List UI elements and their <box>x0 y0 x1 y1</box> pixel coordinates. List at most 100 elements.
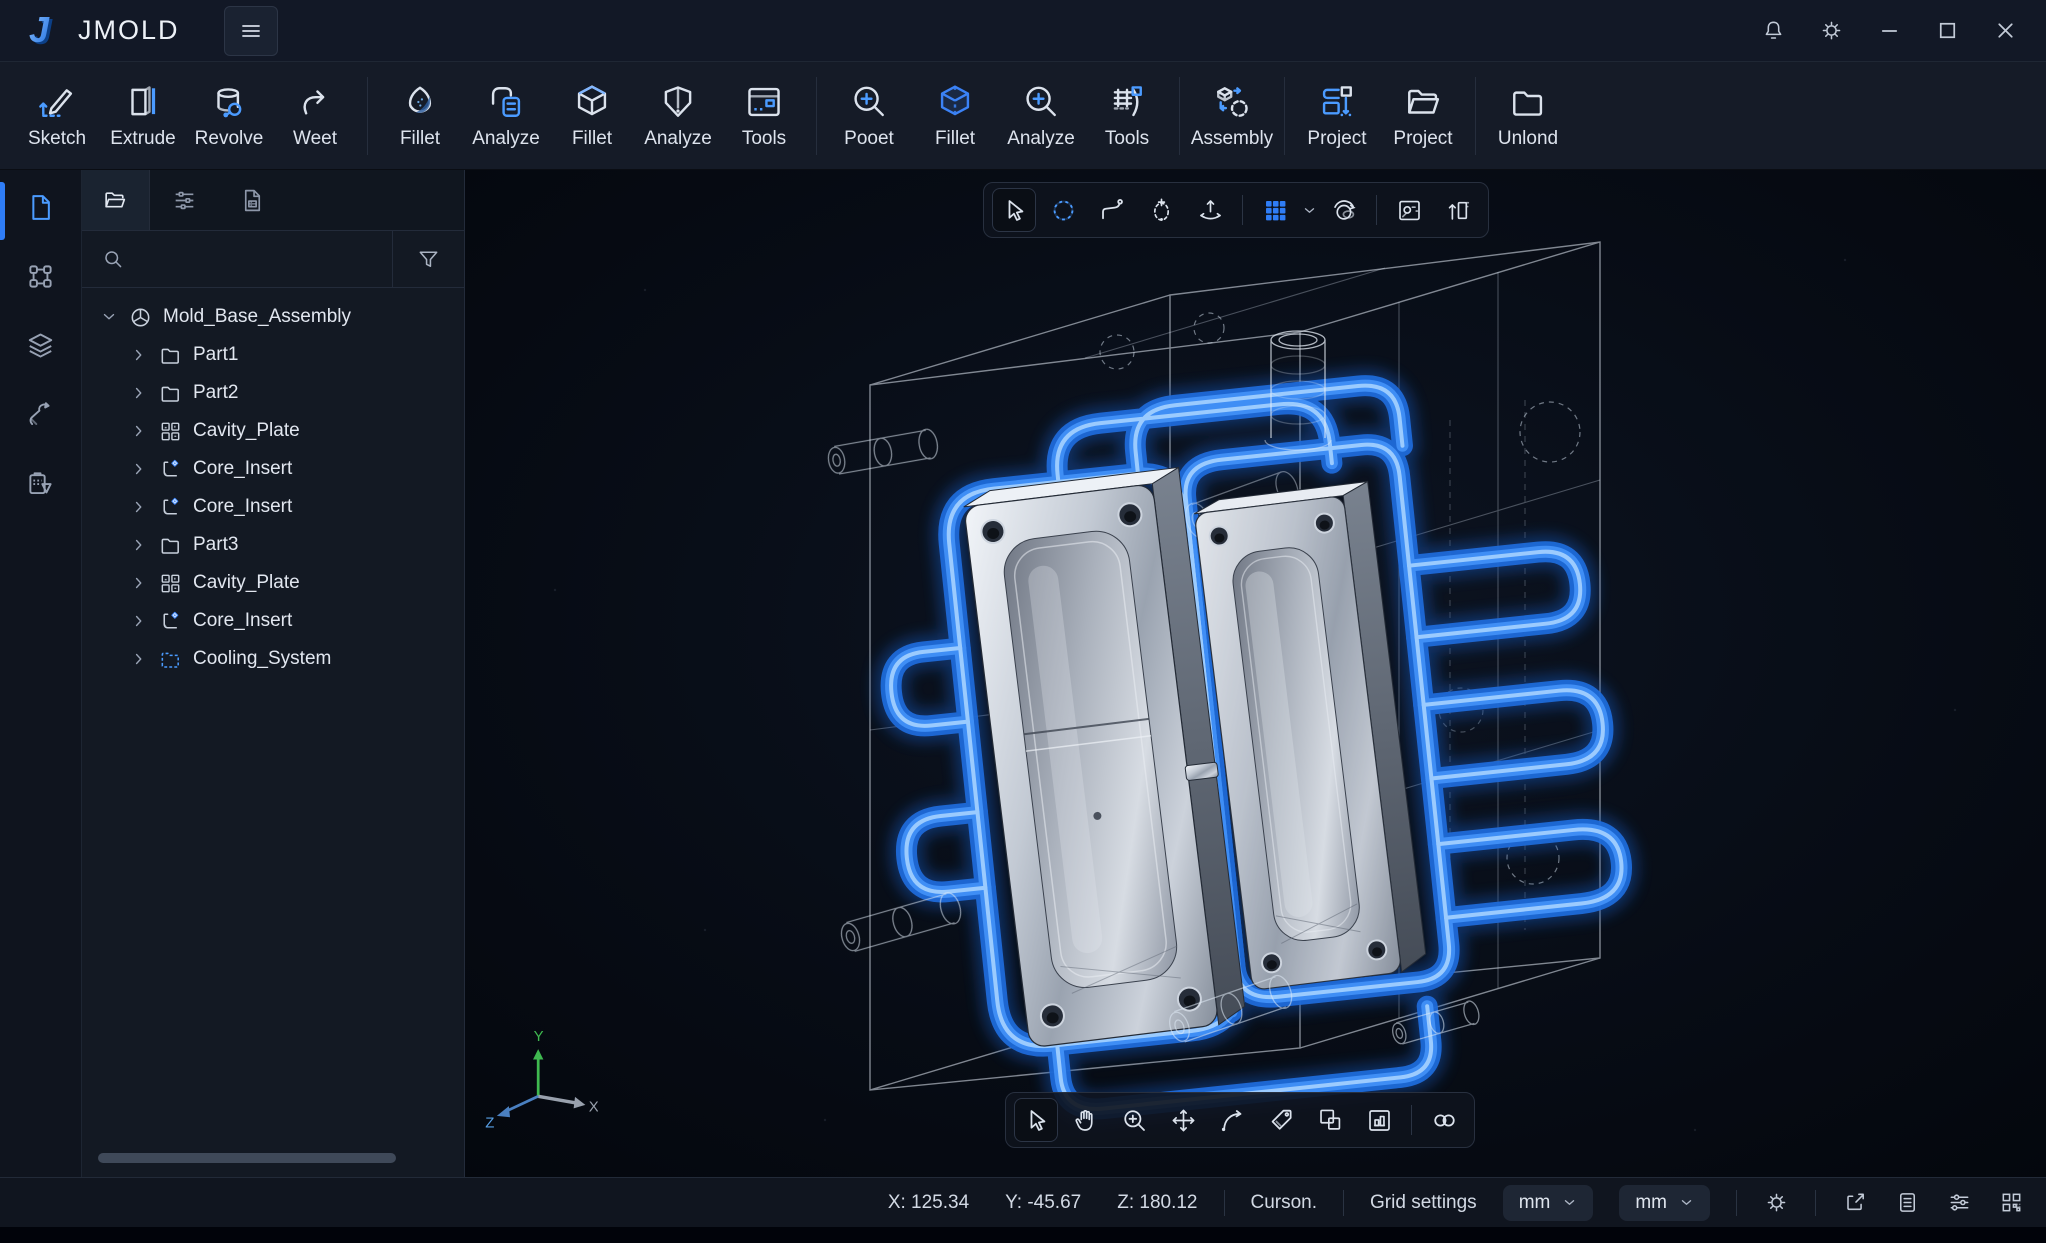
tree-item-mold-base-assembly[interactable]: Mold_Base_Assembly <box>82 298 464 336</box>
notifications-button[interactable] <box>1760 18 1786 44</box>
section-tool-button[interactable] <box>1436 188 1480 232</box>
ribbon-button-project-1[interactable]: Project <box>1294 67 1380 165</box>
3d-viewport-canvas[interactable] <box>465 170 2046 1177</box>
tree-item-part2[interactable]: Part2 <box>82 374 464 412</box>
unit-dropdown-primary[interactable]: mm <box>1503 1185 1594 1221</box>
rail-button-components[interactable] <box>15 253 67 299</box>
ribbon-button-analyze-1[interactable]: Analyze <box>463 67 549 165</box>
core-insert-icon <box>158 495 183 520</box>
select-tool-button[interactable] <box>1014 1098 1058 1142</box>
minimize-button[interactable] <box>1876 18 1902 44</box>
transform-tool-button[interactable] <box>1188 188 1232 232</box>
circle-select-icon <box>1049 196 1078 225</box>
tree-item-core-insert-2[interactable]: Core_Insert <box>82 488 464 526</box>
ribbon-button-project-2[interactable]: Project <box>1380 67 1466 165</box>
tree-item-part1[interactable]: Part1 <box>82 336 464 374</box>
document-log-button[interactable] <box>1894 1190 1920 1216</box>
chevron-down-icon[interactable] <box>100 308 118 326</box>
scaffold-tools-icon <box>1106 81 1148 123</box>
chevron-right-icon[interactable] <box>130 384 148 402</box>
chevron-right-icon[interactable] <box>130 422 148 440</box>
grid-settings-label[interactable]: Grid settings <box>1370 1192 1477 1214</box>
duplicate-icon <box>1316 1106 1345 1135</box>
ribbon-button-label: Sketch <box>28 128 86 150</box>
ribbon-button-unlond[interactable]: Unlond <box>1485 67 1571 165</box>
explorer-tab-properties[interactable] <box>150 170 218 230</box>
rail-button-tools[interactable] <box>15 391 67 437</box>
explorer-tab-report[interactable] <box>218 170 286 230</box>
ribbon-button-extrude[interactable]: Extrude <box>100 67 186 165</box>
display-options-button[interactable] <box>1946 1190 1972 1216</box>
ribbon-button-weet[interactable]: Weet <box>272 67 358 165</box>
chevron-right-icon[interactable] <box>130 574 148 592</box>
core-insert-icon <box>158 457 183 482</box>
gear-icon <box>1819 18 1844 43</box>
pan-tool-button[interactable] <box>1063 1098 1107 1142</box>
hamburger-menu-button[interactable] <box>224 6 278 56</box>
move-tool-button[interactable] <box>1161 1098 1205 1142</box>
chevron-right-icon[interactable] <box>130 460 148 478</box>
orbit-tool-button[interactable] <box>1322 188 1366 232</box>
tree-item-core-insert-3[interactable]: Core_Insert <box>82 602 464 640</box>
measure-pin-tool-button[interactable] <box>1139 188 1183 232</box>
toolbar-separator <box>1411 1105 1412 1135</box>
horizontal-scrollbar[interactable] <box>98 1153 396 1163</box>
ribbon-button-analyze-3[interactable]: Analyze <box>998 67 1084 165</box>
explorer-tab-files[interactable] <box>82 170 150 230</box>
select-tool-button[interactable] <box>992 188 1036 232</box>
coord-x: X: 125.34 <box>888 1192 969 1214</box>
search-box[interactable] <box>82 231 392 287</box>
unit-dropdown-secondary[interactable]: mm <box>1619 1185 1710 1221</box>
filter-button[interactable] <box>392 231 464 287</box>
ribbon-button-sketch[interactable]: Sketch <box>14 67 100 165</box>
ribbon-button-tools-1[interactable]: Tools <box>721 67 807 165</box>
tree-item-cavity-plate-1[interactable]: Cavity_Plate <box>82 412 464 450</box>
export-button[interactable] <box>1842 1190 1868 1216</box>
ribbon-button-fillet-3[interactable]: Fillet <box>912 67 998 165</box>
chevron-down-icon[interactable] <box>1302 203 1317 218</box>
cursor-mode-label[interactable]: Curson. <box>1251 1192 1318 1214</box>
tree-item-part3[interactable]: Part3 <box>82 526 464 564</box>
link-tool-button[interactable] <box>1422 1098 1466 1142</box>
duplicate-tool-button[interactable] <box>1308 1098 1352 1142</box>
tree-item-cooling-system[interactable]: Cooling_System <box>82 640 464 678</box>
maximize-button[interactable] <box>1934 18 1960 44</box>
tag-tool-button[interactable] <box>1259 1098 1303 1142</box>
ribbon-button-revolve[interactable]: Revolve <box>186 67 272 165</box>
ribbon-button-fillet-2[interactable]: Fillet <box>549 67 635 165</box>
chevron-right-icon[interactable] <box>130 650 148 668</box>
render-tool-button[interactable] <box>1387 188 1431 232</box>
chart-tool-button[interactable] <box>1357 1098 1401 1142</box>
qr-grid-icon <box>1999 1190 2024 1215</box>
rail-button-measure[interactable] <box>15 460 67 506</box>
ribbon-button-analyze-2[interactable]: Analyze <box>635 67 721 165</box>
ribbon-button-pooet[interactable]: Pooet <box>826 67 912 165</box>
close-button[interactable] <box>1992 18 2018 44</box>
spline-tool-button[interactable] <box>1090 188 1134 232</box>
chevron-right-icon[interactable] <box>130 498 148 516</box>
circle-select-tool-button[interactable] <box>1041 188 1085 232</box>
chevron-right-icon[interactable] <box>130 612 148 630</box>
rail-button-documents[interactable] <box>15 184 67 230</box>
chevron-right-icon[interactable] <box>130 536 148 554</box>
arc-tool-button[interactable] <box>1210 1098 1254 1142</box>
statusbar-settings-button[interactable] <box>1763 1190 1789 1216</box>
grid-toggle-button[interactable] <box>1253 188 1297 232</box>
tree-item-cavity-plate-2[interactable]: Cavity_Plate <box>82 564 464 602</box>
titlebar-actions <box>1760 18 2046 44</box>
coord-y: Y: -45.67 <box>1005 1192 1081 1214</box>
ribbon-button-tools-2[interactable]: Tools <box>1084 67 1170 165</box>
tree-item-core-insert-1[interactable]: Core_Insert <box>82 450 464 488</box>
render-image-icon <box>1395 196 1424 225</box>
qr-view-button[interactable] <box>1998 1190 2024 1216</box>
ribbon-separator <box>367 77 368 155</box>
ribbon-button-fillet-1[interactable]: Fillet <box>377 67 463 165</box>
chevron-right-icon[interactable] <box>130 346 148 364</box>
rail-button-layers[interactable] <box>15 322 67 368</box>
search-input[interactable] <box>137 248 392 271</box>
ribbon-group-project: Project Project <box>1294 62 1466 169</box>
ribbon-group-unlond: Unlond <box>1485 62 1571 169</box>
ribbon-button-assembly[interactable]: Assembly <box>1189 67 1275 165</box>
settings-button[interactable] <box>1818 18 1844 44</box>
zoom-in-tool-button[interactable] <box>1112 1098 1156 1142</box>
